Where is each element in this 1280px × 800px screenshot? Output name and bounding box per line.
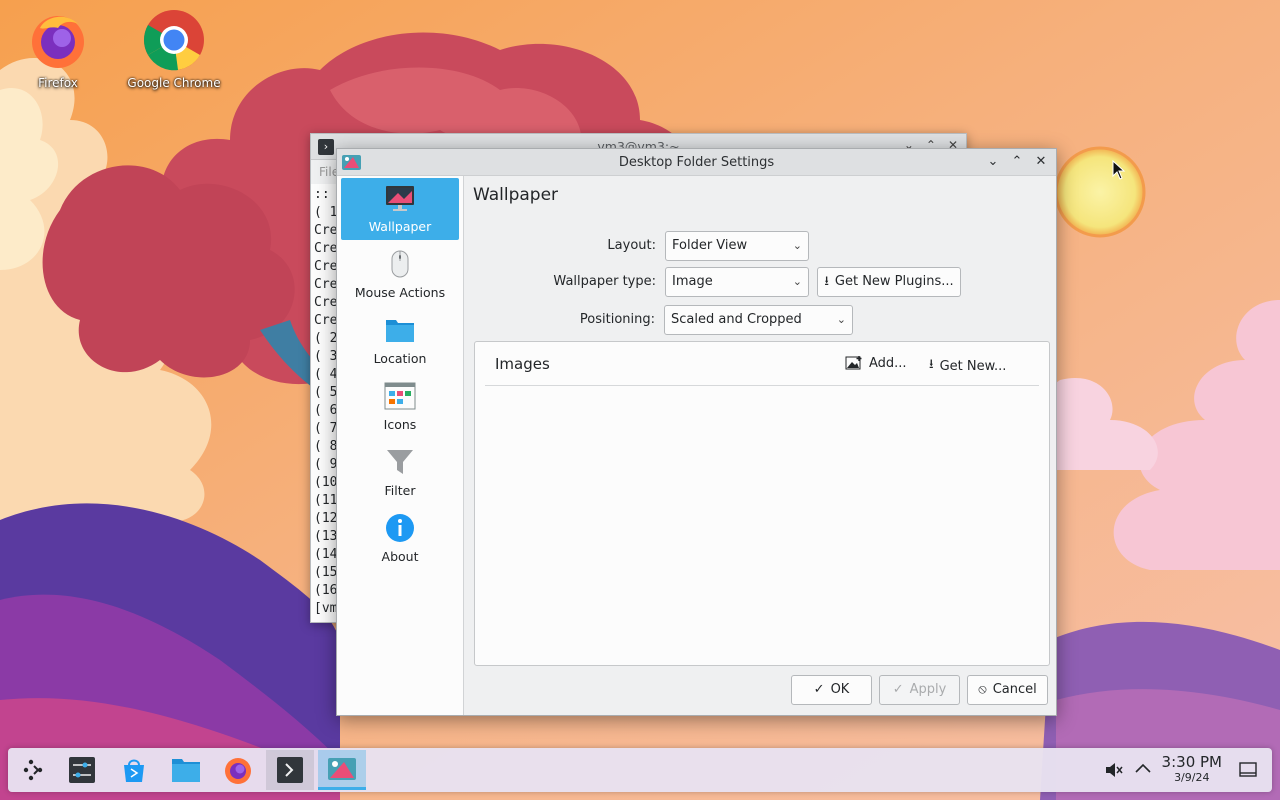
checkmark-icon: ✓ [813,682,825,697]
desktop-folder-settings-dialog[interactable]: Desktop Folder Settings ⌄ ⌃ ✕ Wallpaper … [336,148,1057,716]
taskbar-terminal[interactable] [266,750,314,790]
dialog-titlebar[interactable]: Desktop Folder Settings ⌄ ⌃ ✕ [337,149,1056,176]
download-icon: ⭳ [824,274,829,289]
get-new-wallpapers-button[interactable]: ⭳ Get New... [929,355,1006,377]
add-image-label: Add... [869,355,907,371]
add-image-button[interactable]: Add... [845,355,907,371]
sidebar-item-label: Filter [384,483,416,498]
chrome-icon [142,8,206,72]
wallpaper-type-value: Image [672,274,713,289]
get-new-label: Get New... [939,358,1007,374]
show-desktop-icon[interactable] [1238,760,1258,784]
mouse-cursor-icon [1112,160,1126,180]
taskbar-desktop-settings[interactable] [318,750,366,790]
dialog-title: Desktop Folder Settings [618,154,775,170]
images-title: Images [495,355,550,373]
taskbar-firefox[interactable] [214,750,262,790]
images-panel: Images Add... ⭳ Get New... [474,341,1050,666]
wallpaper-type-combobox[interactable]: Image ⌄ [665,267,809,297]
apply-label: Apply [909,682,947,697]
file-manager-icon [172,759,200,782]
funnel-icon [387,450,413,474]
chevron-down-icon: ⌄ [836,313,846,326]
layout-combobox[interactable]: Folder View ⌄ [665,231,809,261]
ok-button[interactable]: ✓ OK [791,675,872,705]
firefox-icon [26,8,90,72]
layout-value: Folder View [672,238,748,253]
taskbar-system-settings[interactable] [58,750,106,790]
sidebar-item-label: About [381,549,419,564]
sidebar-item-filter[interactable]: Filter [341,442,459,504]
desktop-icon-label: Firefox [38,76,78,90]
ok-label: OK [830,682,850,697]
maximize-icon[interactable]: ⌃ [1008,153,1026,171]
chevron-down-icon: ⌄ [792,275,802,288]
desktop-icon-firefox[interactable]: Firefox [3,8,113,90]
chevron-down-icon: ⌄ [792,239,802,252]
images-grid[interactable] [485,387,1039,661]
sidebar-item-label: Location [373,351,427,366]
desktop-icon-chrome[interactable]: Google Chrome [119,8,229,90]
taskbar-file-manager[interactable] [162,750,210,790]
close-icon[interactable]: ✕ [1032,153,1050,171]
app-launcher-icon [23,759,43,781]
desktop-settings-icon [328,757,356,780]
apply-button[interactable]: ✓ Apply [879,675,960,705]
sidebar-item-label: Icons [383,417,417,432]
sidebar-item-icons[interactable]: Icons [341,376,459,438]
get-new-plugins-button[interactable]: ⭳ Get New Plugins... [817,267,961,297]
get-new-plugins-label: Get New Plugins... [834,274,954,289]
settings-content: Wallpaper Layout: Folder View ⌄ Wallpape… [465,176,1056,715]
sidebar-item-label: Wallpaper [368,219,432,234]
clock-date: 3/9/24 [1174,771,1210,784]
desktop-icon-label: Google Chrome [127,76,221,90]
sidebar-item-about[interactable]: About [341,508,459,570]
monitor-icon [386,186,414,211]
mouse-icon [391,250,409,278]
volume-muted-icon[interactable] [1104,760,1124,784]
sidebar-item-wallpaper[interactable]: Wallpaper [341,178,459,240]
system-tray-expand-icon[interactable] [1134,760,1152,782]
positioning-label: Positioning: [579,312,655,327]
firefox-icon [225,758,251,784]
icons-view-icon [384,382,416,410]
app-launcher-button[interactable] [10,750,58,790]
minimize-icon[interactable]: ⌄ [984,153,1002,171]
page-title: Wallpaper [473,185,559,205]
positioning-value: Scaled and Cropped [671,312,802,327]
system-settings-icon [69,757,95,783]
taskbar-discover[interactable] [110,750,158,790]
terminal-icon [277,757,303,783]
sidebar-item-label: Mouse Actions [354,285,446,300]
download-icon: ⭳ [929,357,934,372]
cancel-label: Cancel [992,682,1037,697]
positioning-combobox[interactable]: Scaled and Cropped ⌄ [664,305,853,335]
add-image-icon [845,356,862,370]
sidebar-item-location[interactable]: Location [341,310,459,372]
folder-icon [386,320,414,342]
cancel-icon: ⦸ [978,682,987,697]
info-icon [386,514,414,542]
images-header: Images Add... ⭳ Get New... [485,342,1039,386]
digital-clock[interactable]: 3:30 PM 3/9/24 [1162,753,1222,784]
category-sidebar: Wallpaper Mouse Actions Location Icons F… [337,176,464,715]
sidebar-item-mouse-actions[interactable]: Mouse Actions [341,244,459,306]
cancel-button[interactable]: ⦸ Cancel [967,675,1048,705]
clock-time: 3:30 PM [1161,753,1222,771]
discover-store-icon [124,759,144,782]
taskbar-panel: 3:30 PM 3/9/24 [8,748,1272,792]
checkmark-icon: ✓ [892,682,904,697]
layout-label: Layout: [607,238,656,253]
wallpaper-type-label: Wallpaper type: [553,274,656,289]
